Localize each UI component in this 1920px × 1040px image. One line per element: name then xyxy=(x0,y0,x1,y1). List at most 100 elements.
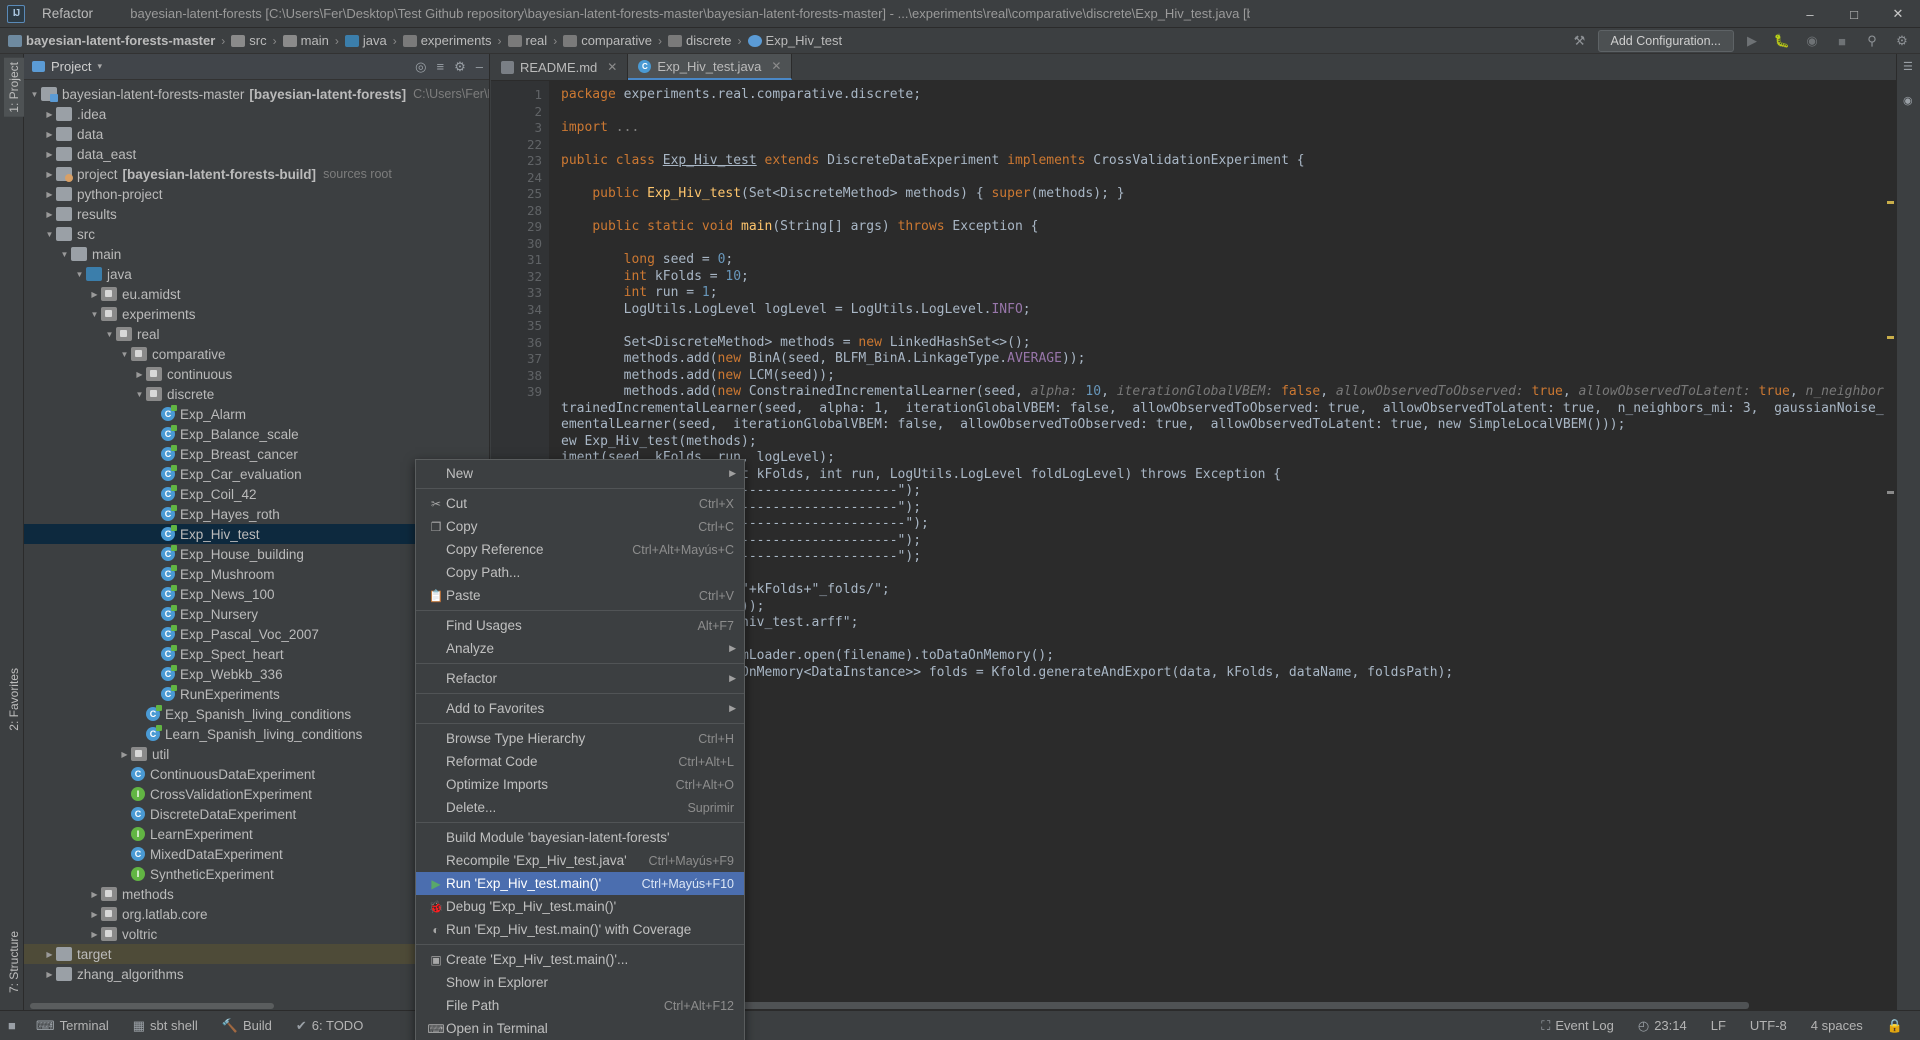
chevron-right-icon[interactable]: ▶ xyxy=(43,110,56,119)
chevron-down-icon[interactable]: ▼ xyxy=(58,250,71,259)
statusbar-toggle-icon[interactable]: ■ xyxy=(0,1018,24,1033)
chevron-down-icon[interactable]: ▼ xyxy=(118,350,131,359)
statusbar-23-14[interactable]: ◴ 23:14 xyxy=(1626,1018,1699,1034)
tree-node-eu-amidst[interactable]: ▶ eu.amidst xyxy=(24,284,489,304)
chevron-down-icon[interactable]: ▾ xyxy=(97,61,102,72)
statusbar-utf-8[interactable]: UTF-8 xyxy=(1738,1018,1799,1033)
tool-window-structure[interactable]: 7: Structure xyxy=(4,927,24,997)
ctx-menu-item-delete[interactable]: Delete... Suprimir xyxy=(416,796,744,819)
ctx-menu-item-create-exp-hiv-test-main[interactable]: ▣ Create 'Exp_Hiv_test.main()'... xyxy=(416,948,744,971)
tree-node-src[interactable]: ▼ src xyxy=(24,224,489,244)
breadcrumb-exp-hiv-test[interactable]: Exp_Hiv_test xyxy=(747,33,842,48)
statusbar-4-spaces[interactable]: 4 spaces xyxy=(1799,1018,1875,1033)
chevron-down-icon[interactable]: ▼ xyxy=(28,90,41,99)
tree-node--idea[interactable]: ▶ .idea xyxy=(24,104,489,124)
project-panel-header[interactable]: Project ▾ ◎ ≡ ⚙ – xyxy=(24,54,489,80)
chevron-right-icon[interactable]: ▶ xyxy=(88,890,101,899)
chevron-right-icon[interactable]: ▶ xyxy=(88,930,101,939)
ctx-menu-item-find-usages[interactable]: Find Usages Alt+F7 xyxy=(416,614,744,637)
statusbar-sbt-shell[interactable]: ▦ sbt shell xyxy=(121,1018,210,1034)
file-context-menu[interactable]: New ▶ ✂ Cut Ctrl+X ❐ Copy Ctrl+C Copy Reference C… xyxy=(415,459,745,1040)
navigation-bar[interactable]: bayesian-latent-forests-master › src › main ›… xyxy=(0,28,1920,54)
ctx-menu-item-new[interactable]: New ▶ xyxy=(416,462,744,485)
ctx-menu-item-reformat-code[interactable]: Reformat Code Ctrl+Alt+L xyxy=(416,750,744,773)
tree-node-exp-balance-scale[interactable]: C Exp_Balance_scale xyxy=(24,424,489,444)
chevron-right-icon[interactable]: ▶ xyxy=(43,950,56,959)
breadcrumb-bayesian-latent-forests-master[interactable]: bayesian-latent-forests-master xyxy=(8,33,215,48)
ctx-menu-item-run-exp-hiv-test-main-with-coverage[interactable]: ◐ Run 'Exp_Hiv_test.main()' with Coverage xyxy=(416,918,744,941)
ctx-menu-item-refactor[interactable]: Refactor ▶ xyxy=(416,667,744,690)
tree-node-continuous[interactable]: ▶ continuous xyxy=(24,364,489,384)
ctx-menu-item-copy-path[interactable]: Copy Path... xyxy=(416,561,744,584)
statusbar-6-todo[interactable]: ✔ 6: TODO xyxy=(284,1018,375,1034)
status-bar[interactable]: ■ ⌨ Terminal ▦ sbt shell 🔨 Build ✔ 6: TODO ⛶ Eve… xyxy=(0,1010,1920,1040)
run-with-coverage-icon[interactable]: ◉ xyxy=(1800,31,1824,51)
ctx-menu-item-cut[interactable]: ✂ Cut Ctrl+X xyxy=(416,492,744,515)
chevron-down-icon[interactable]: ▼ xyxy=(43,230,56,239)
database-icon[interactable]: ◉ xyxy=(1903,94,1913,107)
statusbar-lock-icon[interactable]: 🔒 xyxy=(1875,1018,1920,1034)
statusbar-lf[interactable]: LF xyxy=(1699,1018,1738,1033)
tree-node-bayesian-latent-forests-master[interactable]: ▼ bayesian-latent-forests-master [bayesian… xyxy=(24,84,489,104)
chevron-down-icon[interactable]: ▼ xyxy=(103,330,116,339)
breadcrumb-real[interactable]: real xyxy=(507,33,547,48)
warning-marker[interactable] xyxy=(1887,336,1894,339)
tree-node-comparative[interactable]: ▼ comparative xyxy=(24,344,489,364)
tree-node-experiments[interactable]: ▼ experiments xyxy=(24,304,489,324)
tree-node-data[interactable]: ▶ data xyxy=(24,124,489,144)
tree-node-java[interactable]: ▼ java xyxy=(24,264,489,284)
tree-node-project[interactable]: ▶ project [bayesian-latent-forests-build] s… xyxy=(24,164,489,184)
hide-panel-icon[interactable]: – xyxy=(476,59,483,75)
chevron-right-icon[interactable]: ▶ xyxy=(43,970,56,979)
change-marker[interactable] xyxy=(1887,491,1894,494)
debug-icon[interactable]: 🐛 xyxy=(1770,31,1794,51)
ctx-menu-item-paste[interactable]: 📋 Paste Ctrl+V xyxy=(416,584,744,607)
maven-icon[interactable]: ☰ xyxy=(1903,60,1913,73)
ctx-menu-item-debug-exp-hiv-test-main[interactable]: 🐞 Debug 'Exp_Hiv_test.main()' xyxy=(416,895,744,918)
ctx-menu-item-recompile-exp-hiv-test-java[interactable]: Recompile 'Exp_Hiv_test.java' Ctrl+Mayús+… xyxy=(416,849,744,872)
ctx-menu-item-open-in-terminal[interactable]: ⌨ Open in Terminal xyxy=(416,1017,744,1040)
chevron-right-icon[interactable]: ▶ xyxy=(43,130,56,139)
breadcrumb-discrete[interactable]: discrete xyxy=(668,33,732,48)
ctx-menu-item-copy[interactable]: ❐ Copy Ctrl+C xyxy=(416,515,744,538)
nav-bar-actions[interactable]: ⚒ Add Configuration... ▶ 🐛 ◉ ■ ⚲ ⚙ xyxy=(1568,28,1915,54)
chevron-right-icon[interactable]: ▶ xyxy=(133,370,146,379)
chevron-down-icon[interactable]: ▼ xyxy=(88,310,101,319)
ctx-menu-item-add-to-favorites[interactable]: Add to Favorites ▶ xyxy=(416,697,744,720)
project-panel-tools[interactable]: ◎ ≡ ⚙ – xyxy=(415,59,483,75)
ctx-menu-item-analyze[interactable]: Analyze ▶ xyxy=(416,637,744,660)
tree-node-python-project[interactable]: ▶ python-project xyxy=(24,184,489,204)
code-content[interactable]: package experiments.real.comparative.dis… xyxy=(549,81,1896,1000)
statusbar-terminal[interactable]: ⌨ Terminal xyxy=(24,1018,121,1034)
settings-gear-icon[interactable]: ⚙ xyxy=(1890,31,1914,51)
breadcrumb-java[interactable]: java xyxy=(344,33,387,48)
minimize-icon[interactable]: – xyxy=(1788,0,1832,28)
editor-tab-exp-hiv-test-java[interactable]: C Exp_Hiv_test.java ✕ xyxy=(628,54,793,80)
warning-marker[interactable] xyxy=(1887,201,1894,204)
ctx-menu-item-copy-reference[interactable]: Copy Reference Ctrl+Alt+Mayús+C xyxy=(416,538,744,561)
tool-window-project[interactable]: 1: Project xyxy=(4,58,24,117)
breadcrumb-main[interactable]: main xyxy=(282,33,329,48)
chevron-down-icon[interactable]: ▼ xyxy=(73,270,86,279)
add-configuration-button[interactable]: Add Configuration... xyxy=(1597,30,1734,52)
tree-node-discrete[interactable]: ▼ discrete xyxy=(24,384,489,404)
tool-window-favorites[interactable]: 2: Favorites xyxy=(4,664,24,735)
tree-node-real[interactable]: ▼ real xyxy=(24,324,489,344)
chevron-right-icon[interactable]: ▶ xyxy=(43,190,56,199)
right-tool-window-strip[interactable]: ☰ ◉ xyxy=(1896,54,1920,1010)
chevron-right-icon[interactable]: ▶ xyxy=(118,750,131,759)
menu-refactor[interactable]: Refactor xyxy=(33,2,104,25)
close-tab-icon[interactable]: ✕ xyxy=(771,59,781,73)
search-everywhere-icon[interactable]: ⚲ xyxy=(1860,31,1884,51)
breadcrumb-src[interactable]: src xyxy=(231,33,267,48)
editor-tabs[interactable]: README.md ✕ C Exp_Hiv_test.java ✕ xyxy=(491,54,1896,81)
stop-icon[interactable]: ■ xyxy=(1830,31,1854,51)
editor-tab-readme-md[interactable]: README.md ✕ xyxy=(491,54,629,80)
ctx-menu-item-show-in-explorer[interactable]: Show in Explorer xyxy=(416,971,744,994)
chevron-right-icon[interactable]: ▶ xyxy=(88,290,101,299)
chevron-down-icon[interactable]: ▼ xyxy=(133,390,146,399)
ctx-menu-item-browse-type-hierarchy[interactable]: Browse Type Hierarchy Ctrl+H xyxy=(416,727,744,750)
tree-node-exp-alarm[interactable]: C Exp_Alarm xyxy=(24,404,489,424)
run-icon[interactable]: ▶ xyxy=(1740,31,1764,51)
tree-node-results[interactable]: ▶ results xyxy=(24,204,489,224)
